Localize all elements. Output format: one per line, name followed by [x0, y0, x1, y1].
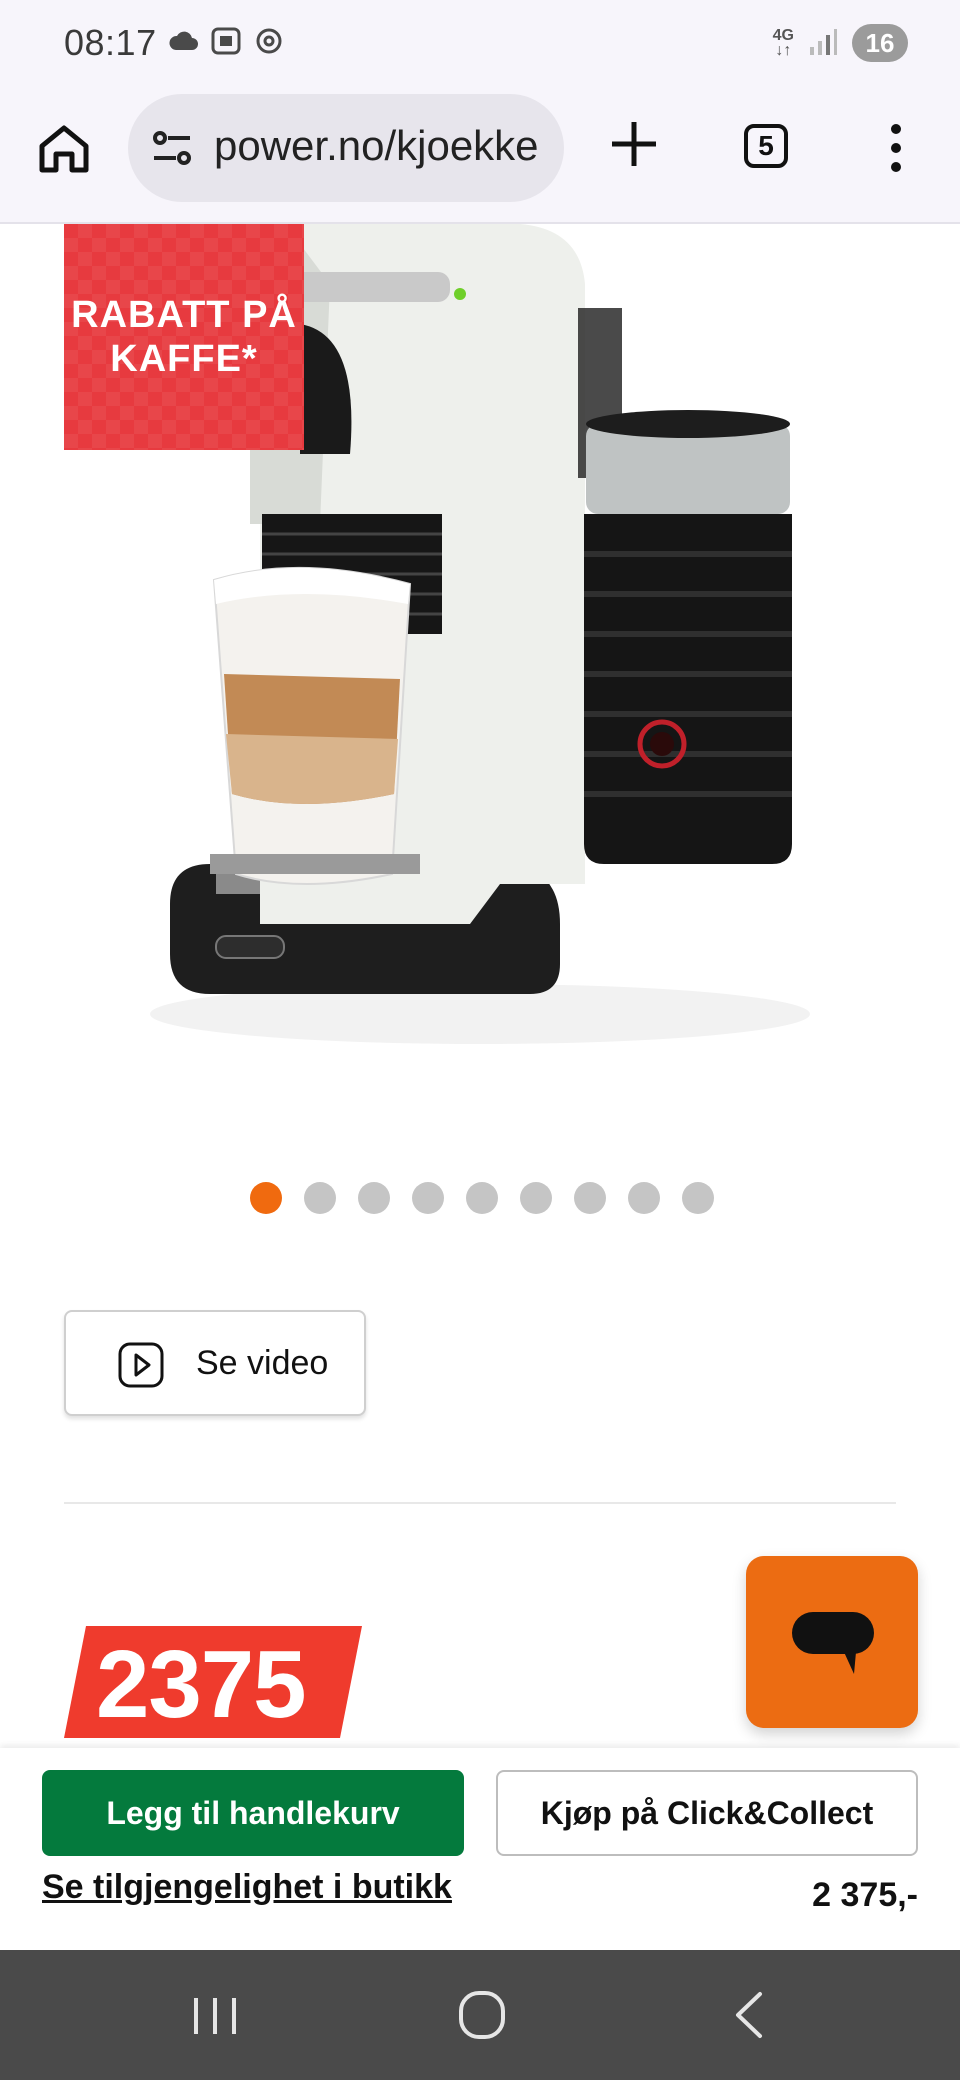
carousel-dot[interactable] [520, 1182, 552, 1214]
carousel-dot[interactable] [358, 1182, 390, 1214]
badge-line2: KAFFE* [110, 338, 258, 380]
carousel-dot[interactable] [466, 1182, 498, 1214]
signal-icon [810, 29, 837, 55]
carousel-dot[interactable] [574, 1182, 606, 1214]
click-collect-button[interactable]: Kjøp på Click&Collect [496, 1770, 918, 1856]
divider [64, 1502, 896, 1504]
carousel-dots [250, 1182, 714, 1214]
add-to-cart-button[interactable]: Legg til handlekurv [42, 1770, 464, 1856]
battery-indicator: 16 [852, 24, 908, 62]
see-video-button[interactable]: Se video [64, 1310, 366, 1416]
more-icon[interactable] [882, 122, 910, 174]
promo-badge[interactable]: RABATT PÅ KAFFE* [64, 224, 304, 450]
status-icons [168, 26, 284, 56]
carousel-dot[interactable] [628, 1182, 660, 1214]
bottom-price: 2 375,- [812, 1876, 918, 1914]
screenshot-icon [211, 27, 241, 55]
see-video-label: Se video [196, 1344, 329, 1382]
home-icon[interactable] [36, 120, 92, 176]
carousel-dot[interactable] [682, 1182, 714, 1214]
url-text[interactable]: power.no/kjoekke [214, 122, 554, 170]
cloud-icon [169, 31, 198, 50]
chat-button[interactable] [746, 1556, 918, 1728]
new-tab-icon[interactable] [604, 114, 664, 174]
store-availability-link[interactable]: Se tilgjengelighet i butikk [42, 1868, 452, 1907]
product-price: 2375 [96, 1631, 307, 1738]
chat-bubble-icon [792, 1612, 874, 1674]
recents-icon[interactable] [190, 1994, 240, 2038]
site-settings-icon[interactable] [150, 126, 194, 170]
carousel-dot[interactable] [250, 1182, 282, 1214]
play-icon [118, 1342, 164, 1388]
status-time: 08:17 [64, 22, 157, 63]
carousel-dot[interactable] [412, 1182, 444, 1214]
threads-icon [256, 28, 282, 54]
nav-home-icon[interactable] [458, 1990, 506, 2040]
tab-switcher-button[interactable]: 5 [744, 124, 788, 168]
network-indicator: 4G ↓↑ [772, 27, 794, 59]
status-right: 4G ↓↑ 16 [773, 24, 908, 62]
carousel-dot[interactable] [304, 1182, 336, 1214]
status-bar: 08:17 4G ↓↑ 16 [0, 0, 960, 90]
bottom-action-bar: Legg til handlekurv Kjøp på Click&Collec… [0, 1748, 960, 1950]
system-nav-bar [0, 1950, 960, 2080]
address-bar[interactable]: power.no/kjoekke [128, 94, 564, 202]
badge-line1: RABATT PÅ [71, 294, 297, 336]
browser-toolbar: power.no/kjoekke 5 [0, 90, 960, 224]
back-icon[interactable] [730, 1990, 770, 2040]
